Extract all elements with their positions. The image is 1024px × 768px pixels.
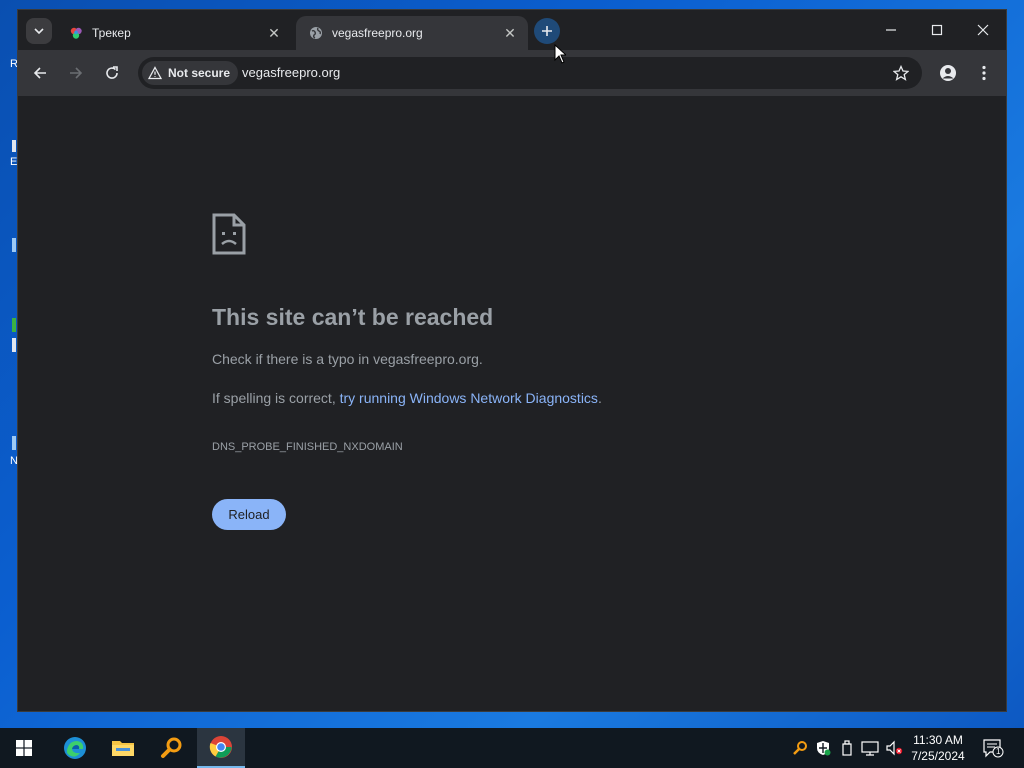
tab-vegasfreepro[interactable]: vegasfreepro.org ✕ [296,16,528,50]
maximize-icon [931,24,943,36]
new-tab-button[interactable] [534,18,560,44]
taskbar-file-explorer[interactable] [99,728,147,768]
reload-page-button[interactable]: Reload [212,499,286,530]
error-spelling-text: If spelling is correct, try running Wind… [212,390,602,406]
desktop-icon[interactable] [12,318,16,332]
close-icon[interactable]: ✕ [500,23,520,43]
mouse-cursor-icon [554,44,566,64]
star-icon [893,65,909,81]
profile-button[interactable] [934,59,962,87]
folder-icon [112,741,134,756]
magnifier-icon [161,737,182,758]
reload-button[interactable] [98,59,126,87]
error-title: This site can’t be reached [212,304,494,330]
desktop-icon[interactable] [12,238,16,252]
close-icon[interactable]: ✕ [264,23,284,43]
chrome-icon [209,736,232,758]
usb-device-icon[interactable] [837,738,857,758]
taskbar: 11:30 AM 7/25/2024 1 [0,728,1024,768]
notification-count: 1 [996,747,1001,756]
arrow-left-icon [33,67,46,79]
close-window-button[interactable] [960,14,1006,46]
clock-date: 7/25/2024 [911,749,965,763]
desktop-icon[interactable] [12,436,16,450]
system-clock[interactable]: 11:30 AM 7/25/2024 [900,732,976,764]
windows-logo-icon [16,740,32,756]
kebab-menu-icon [982,65,986,81]
minimize-icon [886,29,896,31]
edge-icon [64,737,86,759]
diagnostics-link[interactable]: try running Windows Network Diagnostics [340,390,598,406]
tab-tracker[interactable]: Трекер ✕ [56,16,292,50]
tab-search-button[interactable] [26,18,52,44]
desktop-icon[interactable] [12,338,16,352]
error-code: DNS_PROBE_FINISHED_NXDOMAIN [212,441,403,453]
desktop-icon-label: E [10,156,18,168]
browser-window: Трекер ✕ vegasfreepro.org ✕ Not secure v… [18,10,1006,711]
sad-page-icon [212,213,246,255]
taskbar-chrome[interactable] [197,728,245,768]
tab-title: vegasfreepro.org [332,26,423,40]
close-icon [977,24,989,36]
minimize-button[interactable] [868,14,914,46]
refresh-icon [106,66,118,79]
address-bar[interactable]: Not secure vegasfreepro.org [138,57,922,89]
desktop-icon-label: R [10,58,18,70]
clock-time: 11:30 AM [913,733,963,747]
bookmark-star-button[interactable] [890,62,912,84]
taskbar-search-tool[interactable] [148,728,196,768]
notification-icon [983,739,1004,758]
back-button[interactable] [26,59,54,87]
taskbar-edge[interactable] [51,728,99,768]
tracker-favicon-icon [68,25,84,41]
desktop-icon-label: N [10,455,18,467]
url-text[interactable]: vegasfreepro.org [242,65,340,80]
chevron-down-icon [34,28,44,35]
globe-icon [308,25,324,41]
notification-center-button[interactable]: 1 [982,738,1004,758]
tray-search-tool-icon[interactable] [790,738,810,758]
security-chip-label: Not secure [168,66,231,80]
security-chip[interactable]: Not secure [142,61,239,85]
browser-toolbar: Not secure vegasfreepro.org [18,50,1006,96]
profile-icon [940,65,956,81]
desktop-icon[interactable] [12,140,16,152]
warning-triangle-icon [148,66,162,80]
plus-icon [542,26,552,36]
forward-button[interactable] [62,59,90,87]
arrow-right-icon [70,67,83,79]
start-button[interactable] [0,728,48,768]
tab-title: Трекер [92,26,131,40]
security-shield-icon[interactable] [813,738,833,758]
tab-strip: Трекер ✕ vegasfreepro.org ✕ [18,10,1006,50]
network-icon[interactable] [860,738,880,758]
maximize-button[interactable] [914,14,960,46]
spelling-prefix: If spelling is correct, [212,390,340,406]
spelling-suffix: . [597,390,602,406]
error-check-text: Check if there is a typo in vegasfreepro… [212,351,483,367]
menu-button[interactable] [970,59,998,87]
error-page: This site can’t be reached Check if ther… [18,96,1006,711]
